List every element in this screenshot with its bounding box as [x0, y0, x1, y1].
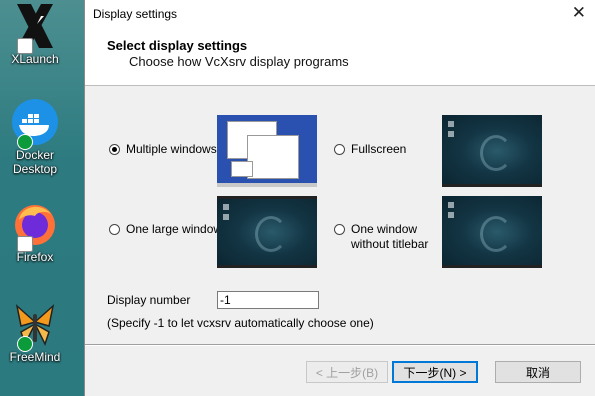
freemind-icon	[11, 300, 59, 352]
header-subtitle: Choose how VcXsrv display programs	[129, 54, 349, 69]
radio-label: One window without titlebar	[351, 222, 429, 251]
one-window-no-titlebar-preview	[442, 196, 542, 268]
display-number-hint: (Specify -1 to let vcxsrv automatically …	[107, 316, 374, 330]
header-title: Select display settings	[107, 38, 248, 53]
radio-multiple-windows[interactable]: Multiple windows	[109, 142, 217, 156]
xlaunch-icon	[11, 2, 59, 54]
wizard-header: Select display settings Choose how VcXsr…	[85, 28, 595, 86]
radio-one-window-no-titlebar[interactable]: One window without titlebar	[334, 222, 428, 252]
back-button[interactable]: < 上一步(B)	[306, 361, 388, 383]
radio-button-icon[interactable]	[109, 144, 120, 155]
shortcut-arrow-icon	[17, 38, 33, 54]
radio-one-large-window[interactable]: One large window	[109, 222, 222, 236]
radio-label: One large window	[126, 222, 223, 236]
close-icon[interactable]: ✕	[572, 3, 586, 23]
shortcut-arrow-icon	[17, 236, 33, 252]
radio-button-icon[interactable]	[109, 224, 120, 235]
next-button[interactable]: 下一步(N) >	[392, 361, 478, 383]
desktop-icon-label: Docker Desktop	[12, 148, 58, 176]
radio-button-icon[interactable]	[334, 224, 345, 235]
display-settings-dialog: Display settings ✕ Select display settin…	[84, 0, 595, 396]
cancel-button[interactable]: 取消	[495, 361, 581, 383]
desktop-icon-label: FreeMind	[9, 350, 61, 364]
radio-label: Fullscreen	[351, 142, 407, 156]
desktop-icon-firefox[interactable]: Firefox	[0, 200, 70, 264]
display-number-input[interactable]	[217, 291, 319, 309]
desktop-icon-docker[interactable]: Docker Desktop	[0, 98, 70, 176]
desktop-icon-freemind[interactable]: FreeMind	[0, 300, 70, 364]
sync-check-icon	[17, 336, 33, 352]
one-large-window-preview	[217, 196, 317, 268]
desktop: XLaunch Docker Desktop Firefox FreeMind	[0, 0, 88, 396]
firefox-icon	[11, 200, 59, 252]
footer-divider	[85, 344, 595, 346]
sync-check-icon	[17, 134, 33, 150]
display-number-label: Display number	[107, 293, 191, 307]
multiple-windows-preview	[217, 115, 317, 187]
dialog-titlebar[interactable]: Display settings ✕	[85, 0, 595, 28]
docker-icon	[11, 98, 59, 150]
dialog-title: Display settings	[93, 7, 178, 21]
fullscreen-preview	[442, 115, 542, 187]
desktop-icon-label: Firefox	[16, 250, 54, 264]
radio-label: Multiple windows	[126, 142, 217, 156]
desktop-icon-xlaunch[interactable]: XLaunch	[0, 2, 70, 66]
radio-button-icon[interactable]	[334, 144, 345, 155]
radio-fullscreen[interactable]: Fullscreen	[334, 142, 406, 156]
desktop-icon-label: XLaunch	[11, 52, 59, 66]
